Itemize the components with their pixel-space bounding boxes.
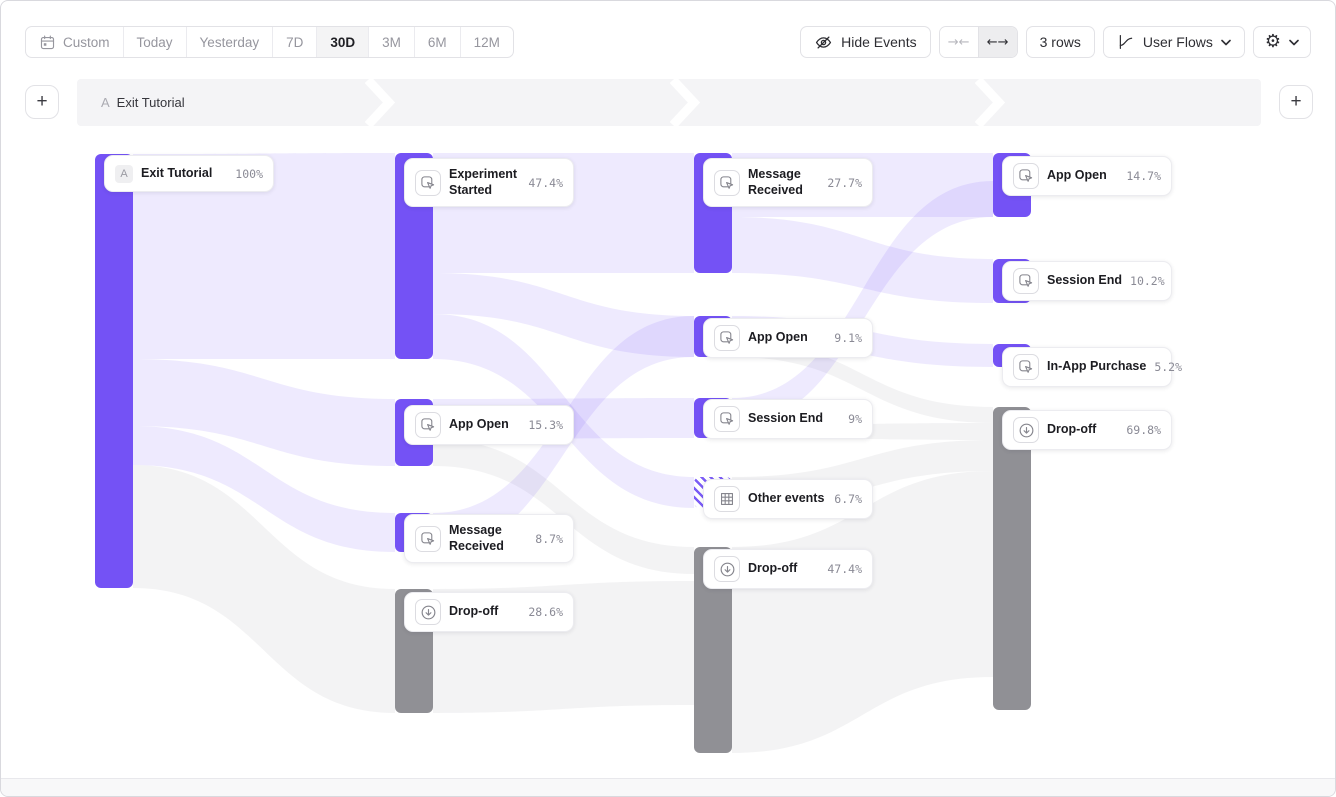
footer-scroll-strip[interactable]: [1, 778, 1335, 796]
collapse-columns-button[interactable]: →←: [940, 27, 978, 57]
start-event-label: A Exit Tutorial: [101, 79, 185, 126]
node-percentage: 9.1%: [834, 331, 862, 345]
date-range-custom[interactable]: Custom: [26, 27, 123, 57]
node-card-session-end[interactable]: Session End 9%: [703, 399, 873, 439]
flow-start-banner: A Exit Tutorial: [77, 79, 1261, 126]
date-range-3m[interactable]: 3M: [368, 27, 414, 57]
node-card-message-received[interactable]: Message Received 8.7%: [404, 514, 574, 563]
rows-label: 3 rows: [1040, 34, 1081, 50]
node-label: App Open: [449, 417, 520, 433]
node-label: Drop-off: [449, 604, 520, 620]
node-percentage: 47.4%: [827, 562, 862, 576]
sankey-bar-drop-off[interactable]: [993, 407, 1031, 710]
node-label: Other events: [748, 491, 826, 507]
rows-button[interactable]: 3 rows: [1026, 26, 1095, 58]
node-card-other-events[interactable]: Other events 6.7%: [703, 479, 873, 519]
node-label: Session End: [748, 411, 840, 427]
node-card-drop-off[interactable]: Drop-off 47.4%: [703, 549, 873, 589]
view-selector-dropdown[interactable]: User Flows: [1103, 26, 1245, 58]
node-label: Experiment Started: [449, 167, 520, 198]
node-card-in-app-purchase[interactable]: In-App Purchase5.2%: [1002, 347, 1172, 387]
event-cursor-icon: [714, 406, 740, 432]
toolbar-right-cluster: Hide Events →← ←→ 3 rows: [800, 26, 1311, 58]
banner-chevron-separator: [975, 79, 1005, 126]
grid-icon: [714, 486, 740, 512]
date-range-yesterday[interactable]: Yesterday: [186, 27, 273, 57]
date-range-6m[interactable]: 6M: [414, 27, 460, 57]
node-card-message-received[interactable]: Message Received 27.7%: [703, 158, 873, 207]
event-cursor-icon: [415, 526, 441, 552]
node-card-experiment-started[interactable]: Experiment Started 47.4%: [404, 158, 574, 207]
node-card-drop-off[interactable]: Drop-off 28.6%: [404, 592, 574, 632]
step-letter-badge: A: [115, 165, 133, 183]
settings-dropdown[interactable]: ⚙: [1253, 26, 1311, 58]
event-cursor-icon: [714, 325, 740, 351]
event-cursor-icon: [1013, 354, 1039, 380]
date-range-7d[interactable]: 7D: [272, 27, 316, 57]
drop-off-icon: [714, 556, 740, 582]
sankey-bar-exit-tutorial[interactable]: [95, 154, 133, 588]
node-percentage: 14.7%: [1126, 169, 1161, 183]
event-cursor-icon: [714, 170, 740, 196]
event-cursor-icon: [1013, 268, 1039, 294]
node-label: App Open: [748, 330, 826, 346]
node-percentage: 47.4%: [528, 176, 563, 190]
collapse-expand-toggle: →← ←→: [939, 26, 1018, 58]
view-selector-label: User Flows: [1143, 34, 1213, 50]
hide-events-label: Hide Events: [841, 34, 916, 50]
calendar-icon: [39, 34, 56, 51]
arrows-expand-icon: ←→: [987, 35, 1009, 50]
date-range-30d[interactable]: 30D: [316, 27, 368, 57]
drop-off-icon: [415, 599, 441, 625]
chevron-down-icon: [1221, 39, 1231, 46]
add-step-right-button[interactable]: +: [1279, 85, 1313, 119]
toolbar: CustomTodayYesterday7D30D3M6M12M Hide Ev…: [25, 26, 1311, 58]
start-event-title: Exit Tutorial: [117, 95, 185, 110]
node-percentage: 100%: [235, 167, 263, 181]
arrows-collapse-icon: →←: [948, 35, 970, 50]
node-label: Drop-off: [1047, 422, 1118, 438]
banner-chevron-separator: [670, 79, 700, 126]
node-label: Message Received: [449, 523, 527, 554]
node-card-app-open[interactable]: App Open 9.1%: [703, 318, 873, 358]
drop-off-icon: [1013, 417, 1039, 443]
node-label: Exit Tutorial: [141, 166, 227, 182]
hide-events-button[interactable]: Hide Events: [800, 26, 930, 58]
node-label: Drop-off: [748, 561, 819, 577]
user-flows-page: CustomTodayYesterday7D30D3M6M12M Hide Ev…: [0, 0, 1336, 797]
node-card-drop-off[interactable]: Drop-off 69.8%: [1002, 410, 1172, 450]
node-percentage: 9%: [848, 412, 862, 426]
date-range-group: CustomTodayYesterday7D30D3M6M12M: [25, 26, 514, 58]
chevron-down-icon: [1289, 39, 1299, 46]
node-percentage: 28.6%: [528, 605, 563, 619]
date-range-12m[interactable]: 12M: [460, 27, 513, 57]
flow-chart-icon: [1117, 33, 1135, 51]
node-percentage: 6.7%: [834, 492, 862, 506]
date-range-today[interactable]: Today: [123, 27, 186, 57]
node-percentage: 69.8%: [1126, 423, 1161, 437]
step-badge: A: [101, 95, 110, 110]
node-label: In-App Purchase: [1047, 359, 1146, 375]
node-percentage: 5.2%: [1154, 360, 1182, 374]
event-cursor-icon: [415, 170, 441, 196]
node-card-app-open[interactable]: App Open 15.3%: [404, 405, 574, 445]
node-label: Message Received: [748, 167, 819, 198]
add-step-left-button[interactable]: +: [25, 85, 59, 119]
node-card-app-open[interactable]: App Open 14.7%: [1002, 156, 1172, 196]
node-percentage: 10.2%: [1130, 274, 1165, 288]
node-card-session-end[interactable]: Session End 10.2%: [1002, 261, 1172, 301]
expand-columns-button[interactable]: ←→: [978, 27, 1017, 57]
node-card-exit-tutorial[interactable]: A Exit Tutorial 100%: [104, 155, 274, 192]
node-label: Session End: [1047, 273, 1122, 289]
node-percentage: 8.7%: [535, 532, 563, 546]
event-cursor-icon: [1013, 163, 1039, 189]
node-percentage: 15.3%: [528, 418, 563, 432]
node-percentage: 27.7%: [827, 176, 862, 190]
node-label: App Open: [1047, 168, 1118, 184]
gear-icon: ⚙: [1265, 33, 1281, 51]
event-cursor-icon: [415, 412, 441, 438]
eye-off-icon: [814, 33, 833, 52]
banner-chevron-separator: [365, 79, 395, 126]
